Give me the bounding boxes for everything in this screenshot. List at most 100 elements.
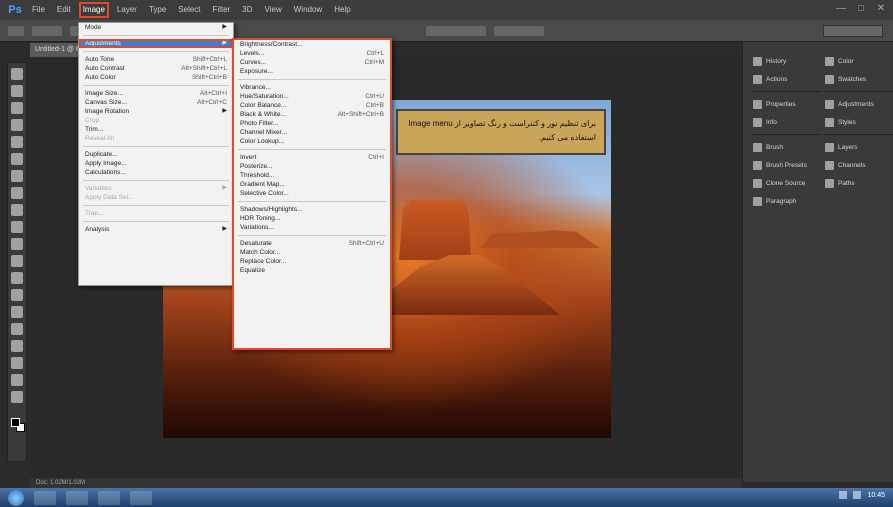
hand-tool-icon[interactable] [11,374,23,386]
menu-item-gradient-map[interactable]: Gradient Map... [234,180,390,189]
history-brush-tool-icon[interactable] [11,221,23,233]
gradient-tool-icon[interactable] [11,255,23,267]
quick-select-tool-icon[interactable] [11,119,23,131]
panel-color[interactable]: Color [825,54,893,68]
close-icon[interactable]: ✕ [875,3,887,15]
menu-item-exposure[interactable]: Exposure... [234,67,390,76]
panel-actions[interactable]: Actions [753,72,821,86]
menu-item-brightness-contrast[interactable]: Brightness/Contrast... [234,40,390,49]
pen-tool-icon[interactable] [11,306,23,318]
menu-item-invert[interactable]: Invert Ctrl+I [234,153,390,162]
menu-item-auto-contrast[interactable]: Auto Contrast Alt+Shift+Ctrl+L [79,64,233,73]
menu-image[interactable]: Image [77,0,111,20]
panel-brush-presets[interactable]: Brush Presets [753,158,821,172]
taskbar-app-other[interactable] [130,490,152,505]
menu-3d[interactable]: 3D [236,0,258,20]
menu-item-levels[interactable]: Levels... Ctrl+L [234,49,390,58]
menu-view[interactable]: View [259,0,288,20]
workspace-select[interactable] [823,25,883,37]
menu-item-vibrance[interactable]: Vibrance... [234,83,390,92]
panel-history[interactable]: History [753,54,821,68]
menu-item-threshold[interactable]: Threshold... [234,171,390,180]
foreground-color-swatch[interactable] [11,418,20,427]
dodge-tool-icon[interactable] [11,289,23,301]
zoom-tool-icon[interactable] [11,391,23,403]
menu-item-selective-color[interactable]: Selective Color... [234,189,390,198]
menu-item-color-lookup[interactable]: Color Lookup... [234,137,390,146]
crop-tool-icon[interactable] [11,136,23,148]
eyedropper-tool-icon[interactable] [11,153,23,165]
shape-tool-icon[interactable] [11,357,23,369]
menu-type[interactable]: Type [143,0,172,20]
menu-item-posterize[interactable]: Posterize... [234,162,390,171]
menu-item-variations[interactable]: Variations... [234,223,390,232]
start-button[interactable] [8,489,24,506]
panel-clone-source[interactable]: Clone Source [753,176,821,190]
healing-brush-tool-icon[interactable] [11,170,23,182]
panel-info[interactable]: Info [753,115,821,129]
menu-item-replace-color[interactable]: Replace Color... [234,257,390,266]
panel-properties[interactable]: Properties [753,97,821,111]
taskbar-app-photoshop[interactable] [98,490,120,505]
taskbar-app-explorer[interactable] [34,490,56,505]
clock[interactable]: 10:45 [867,492,885,499]
menu-item-black-white[interactable]: Black & White... Alt+Shift+Ctrl+B [234,110,390,119]
option-control[interactable] [494,25,544,36]
type-tool-icon[interactable] [11,323,23,335]
menu-item-calculations[interactable]: Calculations... [79,168,233,177]
menu-item-mode[interactable]: Mode ▶ [79,23,233,32]
menu-item-auto-color[interactable]: Auto Color Shift+Ctrl+B [79,73,233,82]
option-control[interactable] [32,25,62,36]
panel-swatches[interactable]: Swatches [825,72,893,86]
menu-item-image-rotation[interactable]: Image Rotation ▶ [79,107,233,116]
menu-item-equalize[interactable]: Equalize [234,266,390,275]
menu-item-color-balance[interactable]: Color Balance... Ctrl+B [234,101,390,110]
taskbar-app-media[interactable] [66,490,88,505]
menu-item-hdr-toning[interactable]: HDR Toning... [234,214,390,223]
menu-item-apply-image[interactable]: Apply Image... [79,159,233,168]
menu-item-channel-mixer[interactable]: Channel Mixer... [234,128,390,137]
minimize-icon[interactable]: — [835,3,847,15]
eraser-tool-icon[interactable] [11,238,23,250]
menu-item-desaturate[interactable]: Desaturate Shift+Ctrl+U [234,239,390,248]
menu-item-curves[interactable]: Curves... Ctrl+M [234,58,390,67]
panel-layers[interactable]: Layers [825,140,893,154]
marquee-tool-icon[interactable] [11,85,23,97]
menu-item-duplicate[interactable]: Duplicate... [79,150,233,159]
panel-channels[interactable]: Channels [825,158,893,172]
menu-item-trim[interactable]: Trim... [79,125,233,134]
brush-tool-icon[interactable] [11,187,23,199]
menu-file[interactable]: File [26,0,51,20]
color-swatches[interactable] [11,418,25,432]
menu-item-match-color[interactable]: Match Color... [234,248,390,257]
move-tool-icon[interactable] [11,68,23,80]
menu-window[interactable]: Window [288,0,328,20]
menu-help[interactable]: Help [328,0,356,20]
blur-tool-icon[interactable] [11,272,23,284]
option-control[interactable] [426,25,486,36]
path-selection-tool-icon[interactable] [11,340,23,352]
menu-item-image-size[interactable]: Image Size... Alt+Ctrl+I [79,89,233,98]
menu-item-canvas-size[interactable]: Canvas Size... Alt+Ctrl+C [79,98,233,107]
menu-item-shadows-highlights[interactable]: Shadows/Highlights... [234,205,390,214]
panel-paragraph[interactable]: Paragraph [753,194,821,208]
clone-stamp-tool-icon[interactable] [11,204,23,216]
tool-preset-icon[interactable] [8,25,24,36]
panel-adjustments[interactable]: Adjustments [825,97,893,111]
menu-item-photo-filter[interactable]: Photo Filter... [234,119,390,128]
panel-brush[interactable]: Brush [753,140,821,154]
menu-filter[interactable]: Filter [207,0,237,20]
volume-icon[interactable] [853,491,862,499]
menu-edit[interactable]: Edit [51,0,77,20]
menu-select[interactable]: Select [172,0,206,20]
menu-item-auto-tone[interactable]: Auto Tone Shift+Ctrl+L [79,55,233,64]
network-icon[interactable] [839,491,848,499]
menu-item-adjustments[interactable]: Adjustments ▶ [79,39,233,48]
panel-paths[interactable]: Paths [825,176,893,190]
menu-item-hue-saturation[interactable]: Hue/Saturation... Ctrl+U [234,92,390,101]
menu-item-analysis[interactable]: Analysis ▶ [79,225,233,234]
panel-styles[interactable]: Styles [825,115,893,129]
menu-layer[interactable]: Layer [111,0,143,20]
maximize-icon[interactable]: □ [855,3,867,15]
lasso-tool-icon[interactable] [11,102,23,114]
